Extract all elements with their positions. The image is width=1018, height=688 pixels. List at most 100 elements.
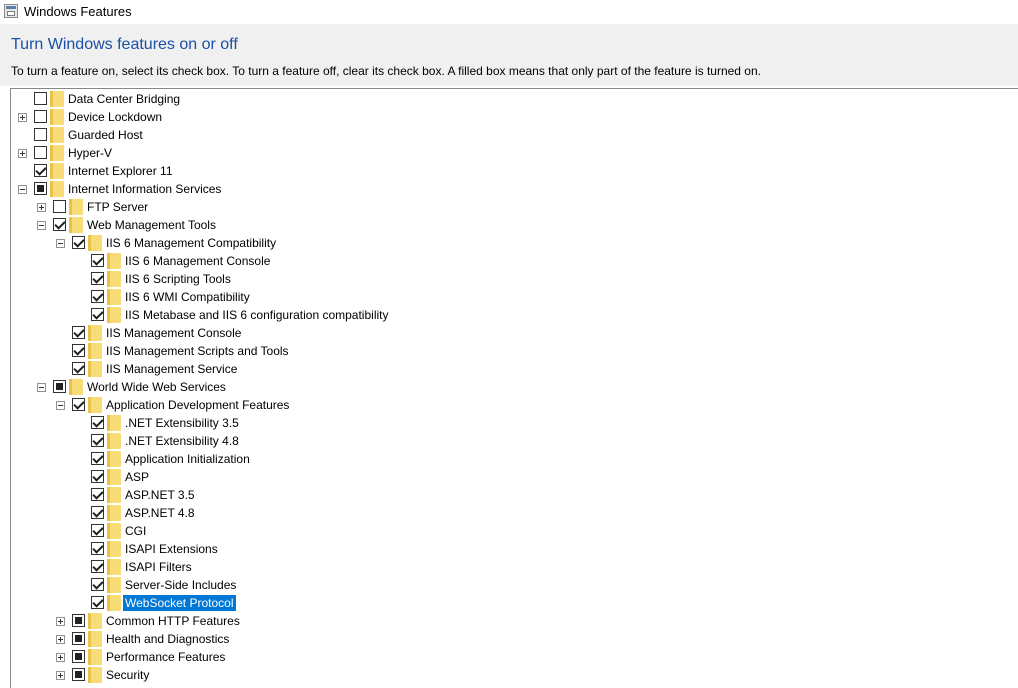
expand-icon[interactable]	[56, 653, 65, 662]
feature-checkbox[interactable]	[91, 488, 104, 501]
feature-checkbox[interactable]	[91, 596, 104, 609]
feature-checkbox[interactable]	[53, 380, 66, 393]
expand-icon[interactable]	[56, 617, 65, 626]
tree-item[interactable]: Performance Features	[11, 648, 1011, 666]
tree-item[interactable]: Health and Diagnostics	[11, 630, 1011, 648]
feature-checkbox[interactable]	[91, 254, 104, 267]
feature-checkbox[interactable]	[72, 632, 85, 645]
feature-checkbox[interactable]	[34, 128, 47, 141]
tree-item[interactable]: IIS 6 WMI Compatibility	[11, 288, 1011, 306]
feature-checkbox[interactable]	[34, 92, 47, 105]
feature-checkbox[interactable]	[91, 416, 104, 429]
feature-checkbox[interactable]	[72, 398, 85, 411]
feature-label[interactable]: ASP.NET 3.5	[123, 487, 197, 503]
collapse-icon[interactable]	[37, 383, 46, 392]
feature-label[interactable]: Health and Diagnostics	[104, 631, 231, 647]
tree-item[interactable]: Server-Side Includes	[11, 576, 1011, 594]
tree-item[interactable]: World Wide Web Services	[11, 378, 1011, 396]
feature-label[interactable]: IIS Management Console	[104, 325, 243, 341]
feature-label[interactable]: Application Development Features	[104, 397, 291, 413]
feature-checkbox[interactable]	[72, 668, 85, 681]
feature-label[interactable]: ASP	[123, 469, 151, 485]
tree-item[interactable]: Application Development Features	[11, 396, 1011, 414]
feature-checkbox[interactable]	[72, 326, 85, 339]
feature-label[interactable]: Device Lockdown	[66, 109, 164, 125]
feature-label[interactable]: IIS 6 Scripting Tools	[123, 271, 233, 287]
feature-checkbox[interactable]	[91, 308, 104, 321]
feature-label[interactable]: IIS Metabase and IIS 6 configuration com…	[123, 307, 390, 323]
expand-icon[interactable]	[56, 635, 65, 644]
tree-item[interactable]: CGI	[11, 522, 1011, 540]
feature-checkbox[interactable]	[72, 344, 85, 357]
feature-label[interactable]: WebSocket Protocol	[123, 595, 236, 611]
feature-label[interactable]: Guarded Host	[66, 127, 145, 143]
feature-checkbox[interactable]	[34, 146, 47, 159]
tree-item[interactable]: ASP	[11, 468, 1011, 486]
expand-icon[interactable]	[18, 149, 27, 158]
feature-checkbox[interactable]	[91, 578, 104, 591]
tree-item[interactable]: IIS 6 Scripting Tools	[11, 270, 1011, 288]
features-tree[interactable]: Data Center Bridging Device Lockdown Guard…	[10, 88, 1018, 688]
tree-item[interactable]: Data Center Bridging	[11, 90, 1011, 108]
feature-checkbox[interactable]	[72, 236, 85, 249]
tree-item[interactable]: ISAPI Filters	[11, 558, 1011, 576]
tree-item[interactable]: Device Lockdown	[11, 108, 1011, 126]
tree-item[interactable]: IIS Management Scripts and Tools	[11, 342, 1011, 360]
tree-item[interactable]: Web Management Tools	[11, 216, 1011, 234]
tree-item[interactable]: IIS 6 Management Console	[11, 252, 1011, 270]
feature-checkbox[interactable]	[91, 290, 104, 303]
feature-checkbox[interactable]	[91, 452, 104, 465]
collapse-icon[interactable]	[37, 221, 46, 230]
tree-item[interactable]: IIS Management Service	[11, 360, 1011, 378]
feature-checkbox[interactable]	[34, 110, 47, 123]
feature-label[interactable]: Server-Side Includes	[123, 577, 238, 593]
tree-item[interactable]: Application Initialization	[11, 450, 1011, 468]
feature-label[interactable]: Data Center Bridging	[66, 91, 182, 107]
feature-checkbox[interactable]	[91, 272, 104, 285]
expand-icon[interactable]	[56, 671, 65, 680]
tree-item[interactable]: .NET Extensibility 4.8	[11, 432, 1011, 450]
tree-item[interactable]: Security	[11, 666, 1011, 684]
feature-checkbox[interactable]	[91, 560, 104, 573]
feature-label[interactable]: ASP.NET 4.8	[123, 505, 197, 521]
feature-label[interactable]: Application Initialization	[123, 451, 252, 467]
feature-label[interactable]: ISAPI Filters	[123, 559, 194, 575]
tree-item[interactable]: IIS 6 Management Compatibility	[11, 234, 1011, 252]
expand-icon[interactable]	[37, 203, 46, 212]
feature-label[interactable]: Performance Features	[104, 649, 227, 665]
tree-item[interactable]: FTP Server	[11, 198, 1011, 216]
feature-checkbox[interactable]	[91, 434, 104, 447]
feature-checkbox[interactable]	[53, 200, 66, 213]
feature-label[interactable]: Internet Explorer 11	[66, 163, 175, 179]
tree-item[interactable]: Common HTTP Features	[11, 612, 1011, 630]
feature-label[interactable]: .NET Extensibility 4.8	[123, 433, 241, 449]
tree-item[interactable]: IIS Metabase and IIS 6 configuration com…	[11, 306, 1011, 324]
feature-label[interactable]: Common HTTP Features	[104, 613, 242, 629]
tree-item[interactable]: WebSocket Protocol	[11, 594, 1011, 612]
feature-label[interactable]: Hyper-V	[66, 145, 114, 161]
feature-checkbox[interactable]	[91, 524, 104, 537]
tree-item[interactable]: Hyper-V	[11, 144, 1011, 162]
tree-item[interactable]: ASP.NET 4.8	[11, 504, 1011, 522]
feature-label[interactable]: IIS 6 Management Compatibility	[104, 235, 278, 251]
feature-label[interactable]: FTP Server	[85, 199, 150, 215]
feature-label[interactable]: .NET Extensibility 3.5	[123, 415, 241, 431]
feature-checkbox[interactable]	[72, 362, 85, 375]
feature-checkbox[interactable]	[72, 650, 85, 663]
feature-checkbox[interactable]	[91, 542, 104, 555]
feature-checkbox[interactable]	[34, 182, 47, 195]
feature-label[interactable]: IIS 6 Management Console	[123, 253, 272, 269]
tree-item[interactable]: Guarded Host	[11, 126, 1011, 144]
collapse-icon[interactable]	[56, 401, 65, 410]
feature-label[interactable]: IIS Management Scripts and Tools	[104, 343, 291, 359]
tree-item[interactable]: IIS Management Console	[11, 324, 1011, 342]
tree-item[interactable]: Internet Explorer 11	[11, 162, 1011, 180]
feature-label[interactable]: IIS Management Service	[104, 361, 239, 377]
feature-label[interactable]: Web Management Tools	[85, 217, 218, 233]
tree-item[interactable]: ISAPI Extensions	[11, 540, 1011, 558]
collapse-icon[interactable]	[56, 239, 65, 248]
feature-checkbox[interactable]	[34, 164, 47, 177]
collapse-icon[interactable]	[18, 185, 27, 194]
tree-item[interactable]: ASP.NET 3.5	[11, 486, 1011, 504]
feature-checkbox[interactable]	[72, 614, 85, 627]
